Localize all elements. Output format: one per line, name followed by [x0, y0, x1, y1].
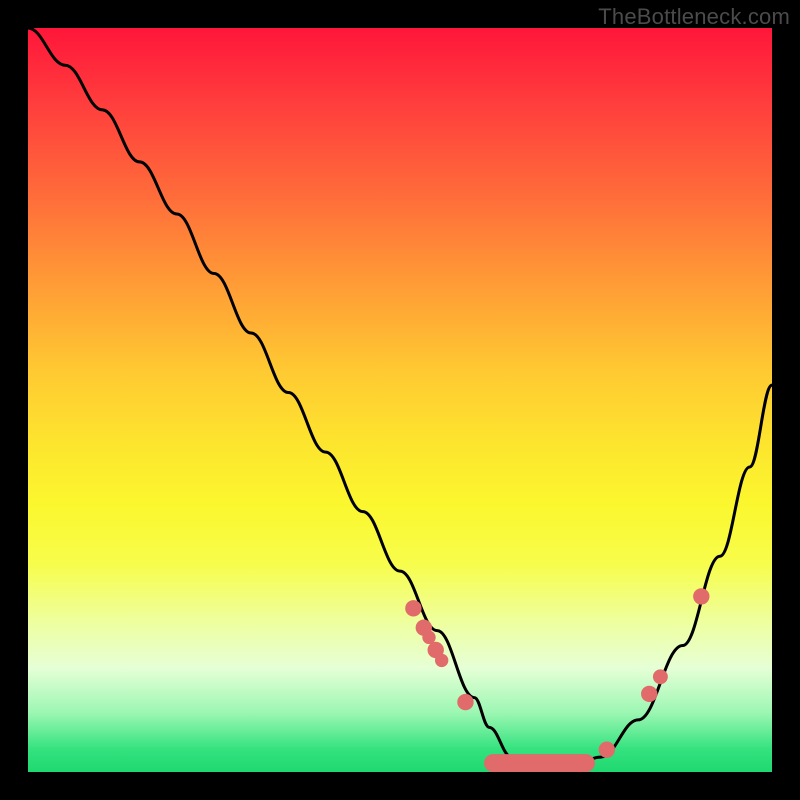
- watermark-text: TheBottleneck.com: [598, 4, 790, 30]
- curve-marker-dot: [457, 694, 473, 710]
- curve-marker-dot: [693, 588, 709, 604]
- chart-svg: [28, 28, 772, 772]
- curve-marker-dot: [641, 686, 657, 702]
- bottleneck-curve: [28, 28, 772, 772]
- curve-marker-dot: [435, 654, 448, 667]
- curve-markers: [405, 588, 709, 772]
- chart-plot-area: [28, 28, 772, 772]
- curve-marker-dot: [422, 631, 435, 644]
- curve-marker-dot: [405, 600, 421, 616]
- curve-marker-dot: [599, 741, 615, 757]
- curve-marker-dot: [653, 669, 668, 684]
- curve-marker-pill: [484, 754, 595, 772]
